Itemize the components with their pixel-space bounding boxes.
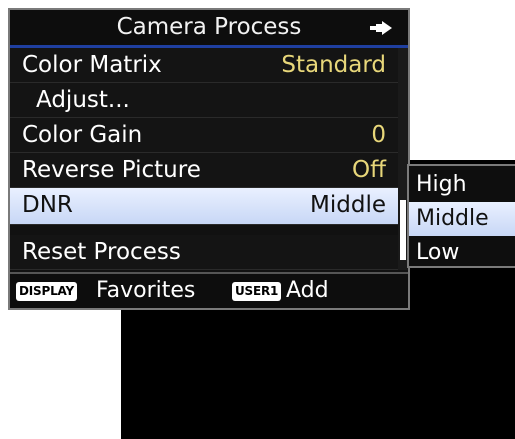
menu-item-label: Color Matrix [22,52,162,78]
display-key-badge: DISPLAY [16,282,77,301]
camera-process-menu: Camera Process Color Matrix Standard Adj… [8,8,410,310]
menu-item-label: Reverse Picture [22,157,201,183]
menu-item-dnr[interactable]: DNR Middle [10,188,398,225]
user1-key-badge: USER1 [232,282,282,301]
menu-item-color-gain[interactable]: Color Gain 0 [10,118,398,153]
menu-item-value: 0 [371,122,386,148]
menu-item-value: Standard [281,52,386,78]
menu-header: Camera Process [10,10,408,48]
favorites-label[interactable]: Favorites [96,274,195,307]
menu-item-label: Color Gain [22,122,143,148]
return-arrow-icon[interactable] [370,21,392,35]
dropdown-option-low[interactable]: Low [409,236,515,270]
menu-item-reset-process[interactable]: Reset Process [10,235,398,270]
menu-footer: DISPLAY Favorites USER1 Add [10,272,408,308]
add-label[interactable]: Add [286,274,329,307]
dropdown-option-high[interactable]: High [409,168,515,202]
menu-title: Camera Process [116,14,302,40]
menu-item-reverse-picture[interactable]: Reverse Picture Off [10,153,398,188]
menu-item-label: Adjust... [36,87,130,113]
menu-item-label: Reset Process [22,239,181,265]
menu-item-adjust[interactable]: Adjust... [10,83,398,118]
menu-item-color-matrix[interactable]: Color Matrix Standard [10,48,398,83]
scroll-thumb[interactable] [400,200,406,260]
menu-item-label: DNR [22,192,73,218]
menu-item-value: Off [352,157,386,183]
menu-item-value: Middle [310,192,386,218]
dnr-options-dropdown: High Middle Low [407,164,515,268]
dropdown-option-middle[interactable]: Middle [409,202,515,236]
